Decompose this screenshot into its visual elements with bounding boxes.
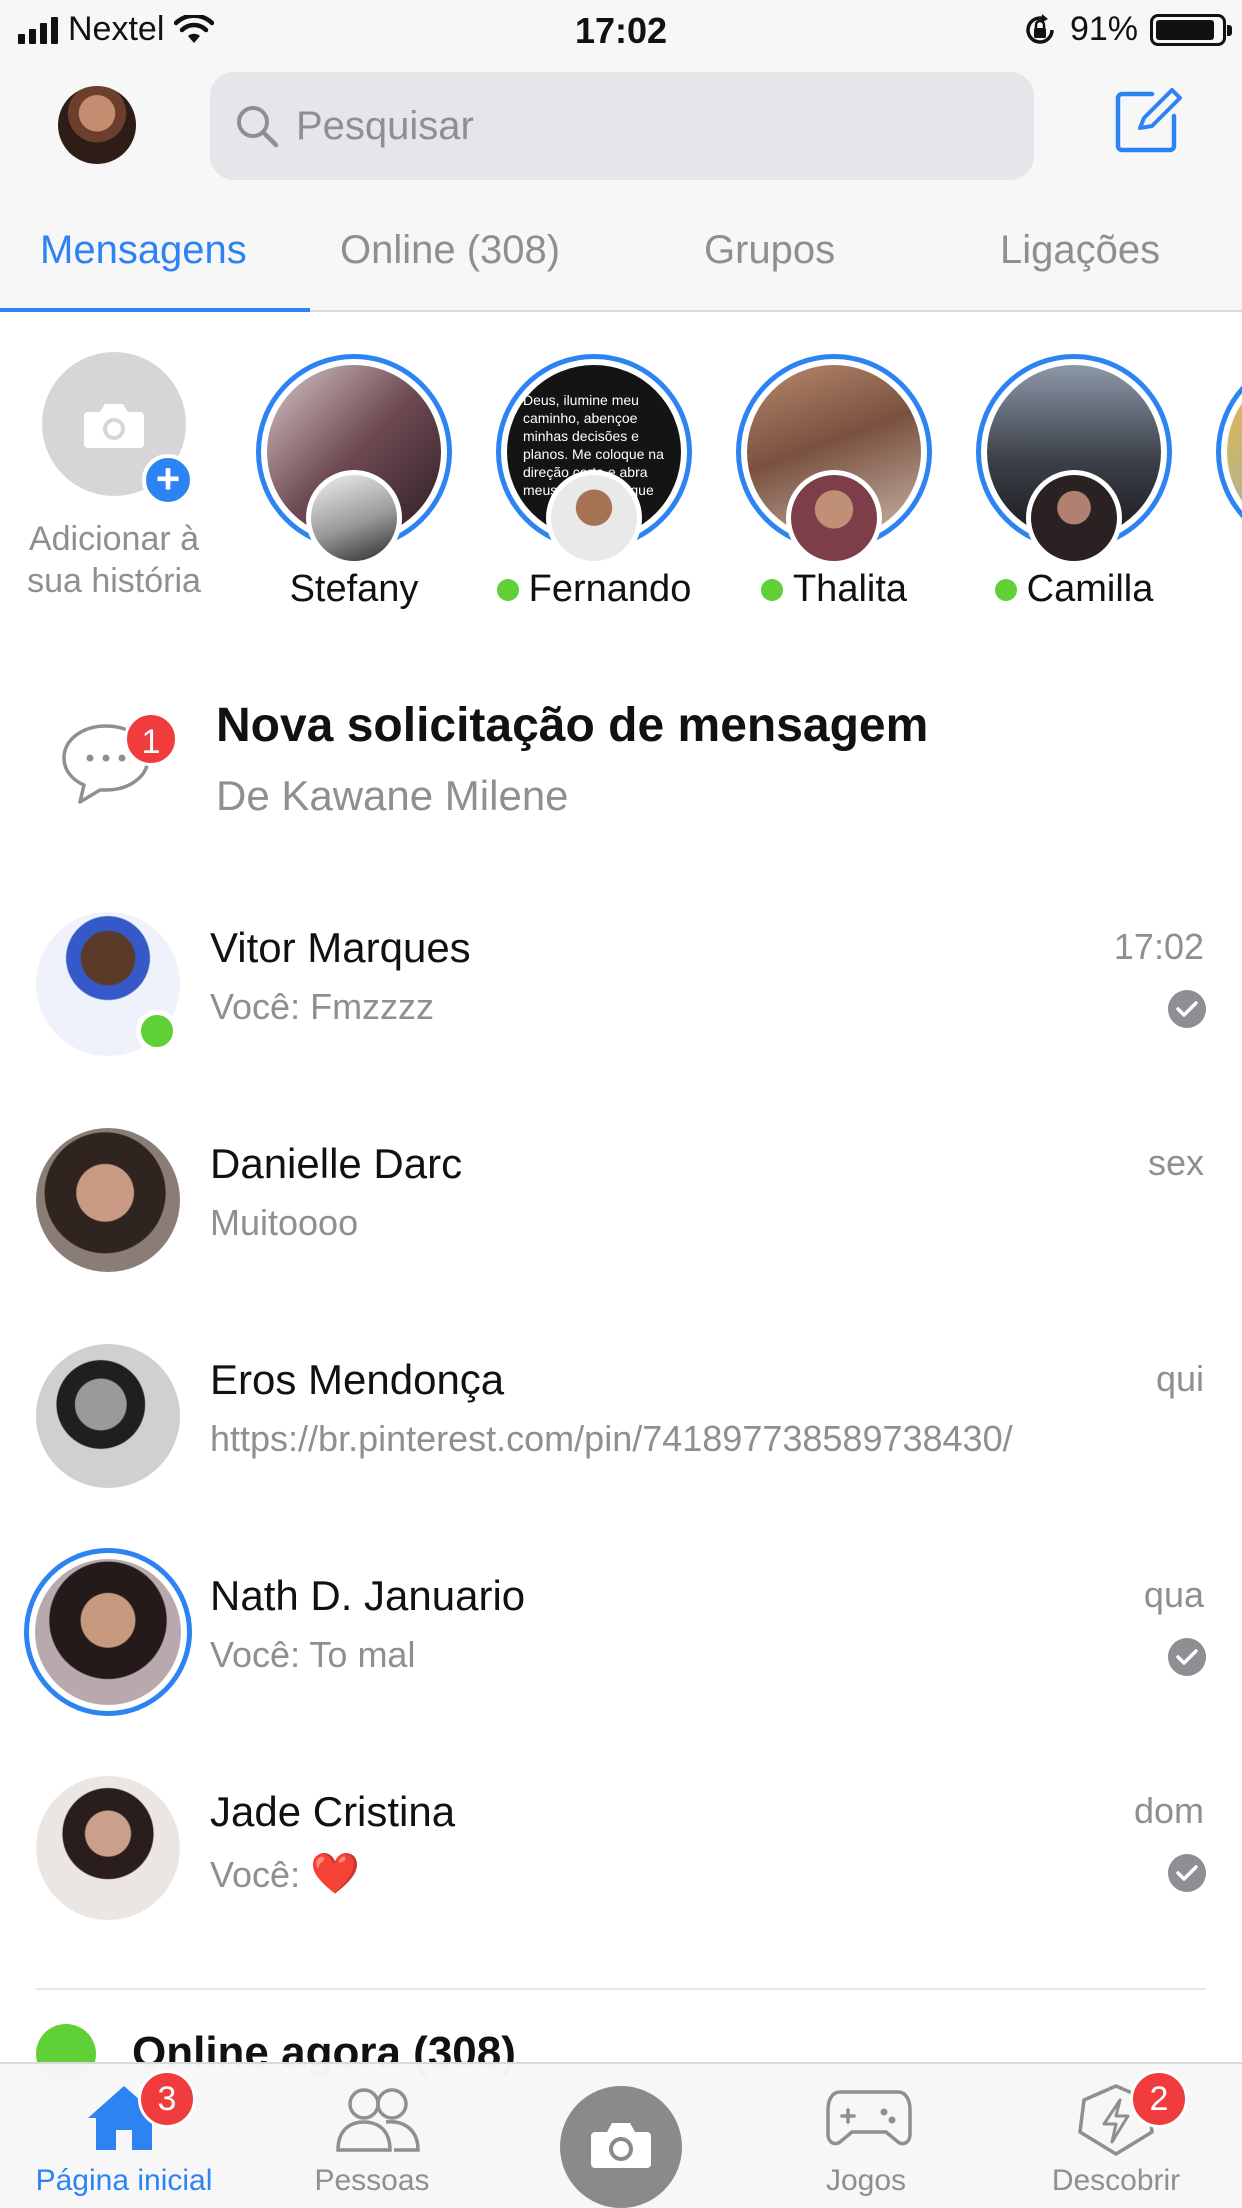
tab-online[interactable]: Online (308) [340, 228, 560, 273]
tab-home[interactable]: 3 Página inicial [14, 2064, 234, 2208]
message-preview-text: Você: [210, 1854, 311, 1895]
profile-avatar[interactable] [58, 86, 136, 164]
discover-badge: 2 [1130, 2070, 1188, 2128]
contact-name: Eros Mendonça [210, 1356, 505, 1403]
battery-percent: 91% [1069, 10, 1138, 48]
story-name-text: Camilla [1026, 568, 1154, 610]
status-bar: Nextel 17:02 91% [0, 0, 1242, 62]
tab-grupos[interactable]: Grupos [704, 228, 835, 273]
gamepad-icon [826, 2090, 912, 2146]
tab-mensagens[interactable]: Mensagens [40, 228, 247, 273]
story-avatar [786, 470, 882, 566]
story-name: Camilla [954, 568, 1194, 611]
tab-people[interactable]: Pessoas [262, 2064, 482, 2208]
story-camilla[interactable] [976, 354, 1172, 566]
story-name-text: Thalita [792, 568, 908, 610]
conversation-row[interactable]: Nath D. Januario Você: To mal qua [0, 1544, 1242, 1744]
seen-check-icon [1168, 1638, 1206, 1676]
story-partial[interactable] [1216, 354, 1242, 550]
story-name-text: Stefany [289, 568, 419, 610]
tab-ligacoes[interactable]: Ligações [1000, 228, 1160, 273]
story-stefany[interactable] [256, 354, 452, 566]
stories-row: + Adicionar à sua história Stefany Deus,… [0, 314, 1242, 654]
tab-label: Página inicial [35, 2164, 213, 2197]
battery-icon [1150, 13, 1232, 46]
conversation-row[interactable]: Eros Mendonça https://br.pinterest.com/p… [0, 1328, 1242, 1528]
header [0, 62, 1242, 190]
story-name-text: Fernando [528, 568, 692, 610]
conversation-row[interactable]: Vitor Marques Você: Fmzzzz 17:02 [0, 896, 1242, 1096]
request-title: Nova solicitação de mensagem [216, 699, 929, 752]
search-icon [237, 106, 279, 148]
story-thumbnail [1227, 365, 1242, 539]
avatar [36, 1344, 180, 1488]
message-preview: Você: To mal [210, 1634, 416, 1675]
message-request-row[interactable]: 1 Nova solicitação de mensagem De Kawane… [0, 680, 1242, 850]
online-dot [760, 578, 783, 601]
camera-icon [591, 2123, 651, 2168]
contact-name: Nath D. Januario [210, 1572, 526, 1619]
add-story-label: Adicionar à sua história [27, 520, 201, 600]
conversation-row[interactable]: Danielle Darc Muitoooo sex [0, 1112, 1242, 1312]
section-divider [36, 1988, 1206, 1990]
people-icon [336, 2088, 420, 2152]
message-preview: Você: Fmzzzz [210, 986, 435, 1027]
story-fernando[interactable]: Deus, ilumine meu caminho, abençoe minha… [496, 354, 692, 566]
avatar [35, 1559, 181, 1705]
online-dot [496, 578, 519, 601]
bottom-tab-bar: 3 Página inicial Pessoas Jogos 2 Descobr… [0, 2062, 1242, 2208]
story-avatar [546, 470, 642, 566]
avatar [36, 1776, 180, 1920]
seen-check-icon [1168, 1854, 1206, 1892]
rotation-lock-icon [1026, 13, 1054, 44]
tab-label: Jogos [825, 2164, 907, 2197]
story-name: Stefany [234, 568, 474, 611]
contact-name: Danielle Darc [210, 1140, 463, 1187]
story-ring [1216, 354, 1242, 550]
story-name: Fernando [474, 568, 714, 611]
add-story-plus-icon[interactable]: + [142, 454, 194, 506]
message-time: qui [1155, 1358, 1204, 1399]
message-preview: Muitoooo [210, 1202, 359, 1243]
online-presence-dot [136, 1010, 178, 1052]
story-avatar [306, 470, 402, 566]
message-time: dom [1133, 1790, 1204, 1831]
home-badge: 3 [138, 2070, 196, 2128]
message-time: sex [1147, 1142, 1204, 1183]
battery-fill [1156, 19, 1215, 40]
tab-discover[interactable]: 2 Descobrir [1006, 2064, 1226, 2208]
compose-icon[interactable] [1112, 86, 1182, 156]
status-right: 91% [1022, 10, 1232, 49]
camera-icon [84, 404, 144, 448]
avatar-with-story[interactable] [24, 1548, 192, 1716]
tab-games[interactable]: Jogos [756, 2064, 976, 2208]
contact-name: Jade Cristina [210, 1788, 456, 1835]
heart-emoji: ❤️ [310, 1852, 360, 1896]
search-bar[interactable] [210, 72, 1034, 180]
request-subtitle: De Kawane Milene [216, 772, 569, 819]
message-preview: https://br.pinterest.com/pin/74189773858… [210, 1418, 1013, 1459]
message-preview: Você: ❤️ [210, 1850, 360, 1897]
top-tabs: Mensagens Online (308) Grupos Ligações [0, 190, 1242, 312]
story-name: Thalita [714, 568, 954, 611]
online-dot [994, 578, 1017, 601]
tab-label: Pessoas [314, 2164, 430, 2197]
seen-check-icon [1168, 990, 1206, 1028]
camera-button[interactable] [560, 2086, 682, 2208]
message-time: qua [1143, 1574, 1204, 1615]
conversation-row[interactable]: Jade Cristina Você: ❤️ dom [0, 1760, 1242, 1960]
tab-label: Descobrir [1051, 2164, 1181, 2197]
story-thalita[interactable] [736, 354, 932, 566]
avatar [36, 1128, 180, 1272]
story-avatar [1026, 470, 1122, 566]
contact-name: Vitor Marques [210, 924, 471, 971]
search-input[interactable] [296, 103, 996, 149]
request-badge: 1 [124, 712, 178, 766]
message-time: 17:02 [1113, 926, 1204, 967]
active-tab-indicator [0, 308, 310, 312]
